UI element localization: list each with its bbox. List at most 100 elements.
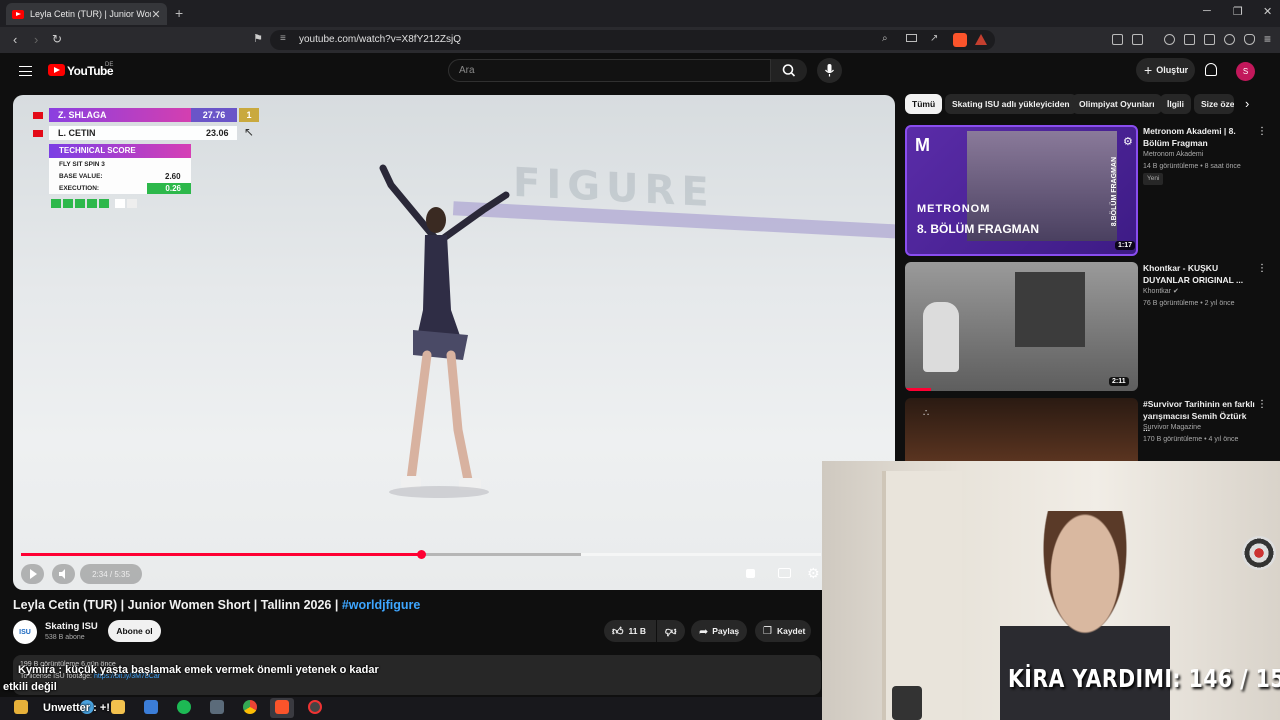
video-title: Leyla Cetin (TUR) | Junior Women Short |… <box>13 598 421 612</box>
save-button[interactable]: ❐ Kaydet <box>755 620 811 642</box>
flag-turkey-icon <box>33 130 43 137</box>
dislike-button[interactable]: 👍︎ <box>657 620 685 642</box>
url-text: youtube.com/watch?v=X8fY212ZsjQ <box>299 34 462 45</box>
chip-all[interactable]: Tümü <box>905 94 943 114</box>
chip-for-you[interactable]: Size öze <box>1194 94 1234 114</box>
base-value: 2.60 <box>165 172 181 181</box>
recommended-channel[interactable]: Survivor Magazine <box>1143 422 1201 434</box>
recommended-meta: 170 B görüntüleme • 4 yıl önce <box>1143 436 1239 443</box>
forward-icon[interactable]: › <box>34 32 38 47</box>
hashtag-link[interactable]: #worldjfigure <box>342 598 420 612</box>
chip-related[interactable]: İlgili <box>1160 94 1191 114</box>
brave-shields-icon[interactable] <box>953 33 967 47</box>
menu-icon[interactable]: ≡ <box>1264 32 1271 46</box>
subscriber-count: 538 B abone <box>45 634 85 641</box>
chip-olympics[interactable]: Olimpiyat Oyunları <box>1072 94 1162 114</box>
video-player[interactable]: FIGURE Z. SHLAGA 27.76 1 L. CETIN 23.06 … <box>13 95 895 590</box>
voice-search-button[interactable] <box>817 58 842 83</box>
url-field[interactable]: ≡ youtube.com/watch?v=X8fY212ZsjQ ⌕ ↗ <box>270 30 995 50</box>
obs-icon[interactable] <box>308 700 322 714</box>
search-button[interactable] <box>771 59 807 82</box>
channel-avatar[interactable]: ISU <box>13 620 37 644</box>
webcam-object <box>892 686 922 720</box>
media-icon[interactable] <box>1164 34 1175 45</box>
tab-title: Leyla Cetin (TUR) | Junior Women <box>30 9 151 19</box>
brave-rewards-icon[interactable] <box>975 34 987 45</box>
channel-name[interactable]: Skating ISU <box>45 621 98 632</box>
browser-tab-bar: Leyla Cetin (TUR) | Junior Women ✕ + ─ ❐… <box>0 0 1280 27</box>
back-icon[interactable]: ‹ <box>13 32 17 47</box>
settings-gear-icon[interactable]: ⚙ <box>807 565 820 582</box>
leader-name: Z. SHLAGA <box>49 108 191 122</box>
chat-username: Kymira <box>18 664 56 676</box>
recommended-thumbnail[interactable]: M METRONOM 8. BÖLÜM FRAGMAN 8.BÖLÜM FRAG… <box>905 125 1138 256</box>
leader-score: 27.76 <box>191 108 237 122</box>
wallet-icon[interactable] <box>1204 34 1215 45</box>
save-label: Kaydet <box>776 626 806 636</box>
region-code: DE <box>105 62 114 68</box>
minimize-button[interactable]: ─ <box>1203 5 1211 17</box>
progress-bar[interactable] <box>21 550 821 559</box>
taskbar-app-icon[interactable] <box>14 700 28 714</box>
recommended-channel[interactable]: Khontkar ✔︎ <box>1143 286 1179 298</box>
microphone-icon <box>825 64 834 77</box>
youtube-logo-icon[interactable] <box>48 64 65 76</box>
cast-icon[interactable] <box>906 34 917 42</box>
notifications-bell-icon[interactable] <box>1205 63 1217 76</box>
volume-button[interactable] <box>52 564 75 584</box>
close-window-button[interactable]: ✕ <box>1263 5 1272 18</box>
scrubber-handle[interactable] <box>417 550 426 559</box>
browser-tab[interactable]: Leyla Cetin (TUR) | Junior Women ✕ <box>6 3 167 25</box>
technical-score-header: TECHNICAL SCORE <box>49 144 191 158</box>
chip-from-uploader[interactable]: Skating ISU adlı yükleyiciden <box>945 94 1077 114</box>
chips-next-icon[interactable]: › <box>1245 96 1249 111</box>
hamburger-menu-icon[interactable] <box>19 66 32 76</box>
spotify-icon[interactable] <box>177 700 191 714</box>
create-button[interactable]: + Oluştur <box>1136 58 1195 82</box>
mouse-cursor-icon: ↖ <box>244 125 255 139</box>
new-tab-button[interactable]: + <box>175 5 183 21</box>
zoom-icon[interactable]: ⌕ <box>882 33 888 44</box>
thumbnail-window <box>1015 272 1085 347</box>
subscribe-button[interactable]: Abone ol <box>108 620 161 642</box>
tab-close-icon[interactable]: ✕ <box>151 8 161 21</box>
goe-indicator <box>87 199 97 208</box>
chrome-icon[interactable] <box>243 700 257 714</box>
sidebar-icon[interactable] <box>1184 34 1195 45</box>
duration-badge: 2:11 <box>1109 377 1129 386</box>
bookmark-icon[interactable]: ⚑ <box>253 32 263 45</box>
reader-icon[interactable] <box>1132 34 1143 45</box>
play-button[interactable] <box>21 564 44 584</box>
search-input[interactable]: Ara <box>448 59 771 82</box>
reload-icon[interactable]: ↻ <box>52 32 62 46</box>
folder-icon[interactable] <box>111 700 125 714</box>
goe-indicator <box>75 199 85 208</box>
taskbar-app-icon[interactable] <box>144 700 158 714</box>
like-button[interactable]: 👍︎ 11 B <box>604 620 656 642</box>
calculator-icon[interactable] <box>210 700 224 714</box>
recommended-thumbnail[interactable]: ∴ <box>905 398 1138 461</box>
recommended-channel[interactable]: Metronom Akademi <box>1143 149 1203 161</box>
played-bar <box>21 553 421 556</box>
subtitles-icon[interactable] <box>778 568 791 578</box>
maximize-button[interactable]: ❐ <box>1233 5 1243 18</box>
leo-icon[interactable] <box>1224 34 1235 45</box>
recommended-title[interactable]: Khontkar - KUŞKU DUYANLAR ORIGINAL ... <box>1143 262 1253 286</box>
recommended-title[interactable]: Metronom Akademi | 8. Bölüm Fragman <box>1143 125 1253 149</box>
autoplay-toggle-icon[interactable] <box>746 569 755 578</box>
share-page-icon[interactable]: ↗ <box>930 33 938 44</box>
avatar[interactable]: S <box>1236 62 1255 81</box>
brave-icon[interactable] <box>275 700 289 714</box>
more-options-icon[interactable]: ⋮ <box>1257 399 1267 410</box>
watched-progress <box>905 388 931 391</box>
vpn-icon[interactable] <box>1244 34 1255 45</box>
thumbs-down-icon: 👍︎ <box>665 624 677 637</box>
more-options-icon[interactable]: ⋮ <box>1257 263 1267 274</box>
address-bar-row: ‹ › ↻ ⚑ ≡ youtube.com/watch?v=X8fY212Zsj… <box>0 27 1280 53</box>
extensions-icon[interactable] <box>1112 34 1123 45</box>
more-options-icon[interactable]: ⋮ <box>1257 126 1267 137</box>
recommended-thumbnail[interactable]: 2:11 <box>905 262 1138 391</box>
share-button[interactable]: ➦ Paylaş <box>691 620 747 642</box>
site-info-icon[interactable]: ≡ <box>280 33 286 44</box>
skater-score: 23.06 <box>206 128 229 138</box>
